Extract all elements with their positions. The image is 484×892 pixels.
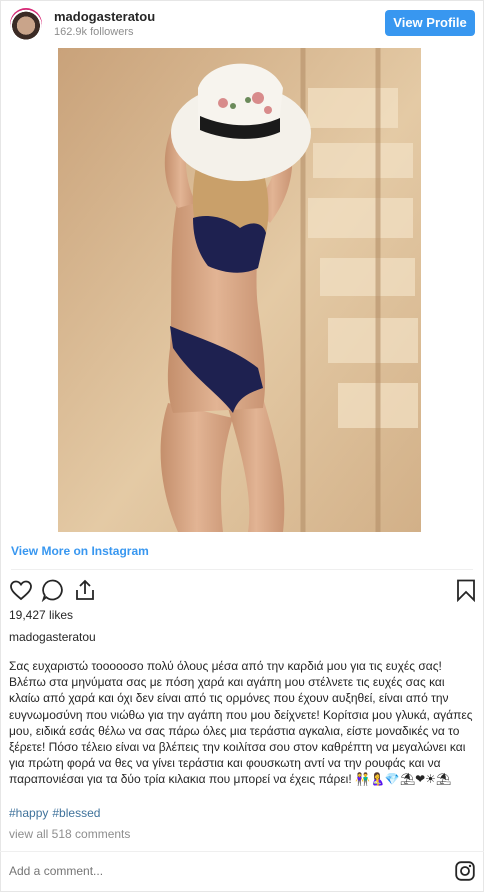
- share-icon[interactable]: [73, 578, 97, 602]
- avatar[interactable]: [10, 8, 42, 40]
- view-profile-button[interactable]: View Profile: [385, 10, 475, 36]
- post-header: madogasteratou 162.9k followers View Pro…: [0, 0, 484, 48]
- view-comments-link[interactable]: view all 518 comments: [9, 827, 130, 841]
- view-more-link[interactable]: View More on Instagram: [11, 544, 149, 558]
- hashtag-blessed[interactable]: #blessed: [52, 806, 100, 820]
- heart-icon[interactable]: [9, 578, 33, 602]
- photo-illustration: [58, 48, 421, 532]
- post-owner[interactable]: madogasteratou: [9, 630, 96, 644]
- instagram-icon[interactable]: [455, 861, 475, 881]
- divider: [0, 851, 484, 852]
- hashtags: #happy #blessed: [9, 806, 104, 820]
- bookmark-icon[interactable]: [454, 578, 478, 603]
- username[interactable]: madogasteratou: [54, 9, 155, 24]
- divider: [11, 569, 473, 570]
- post-photo[interactable]: [58, 48, 421, 532]
- comment-icon[interactable]: [41, 578, 65, 603]
- like-count: 19,427 likes: [9, 608, 74, 622]
- add-comment-input[interactable]: [9, 864, 429, 878]
- follower-count: 162.9k followers: [54, 26, 134, 38]
- hashtag-happy[interactable]: #happy: [9, 806, 48, 820]
- post-caption: Σας ευχαριστώ τοοοοοσο πολύ όλους μέσα α…: [9, 659, 473, 787]
